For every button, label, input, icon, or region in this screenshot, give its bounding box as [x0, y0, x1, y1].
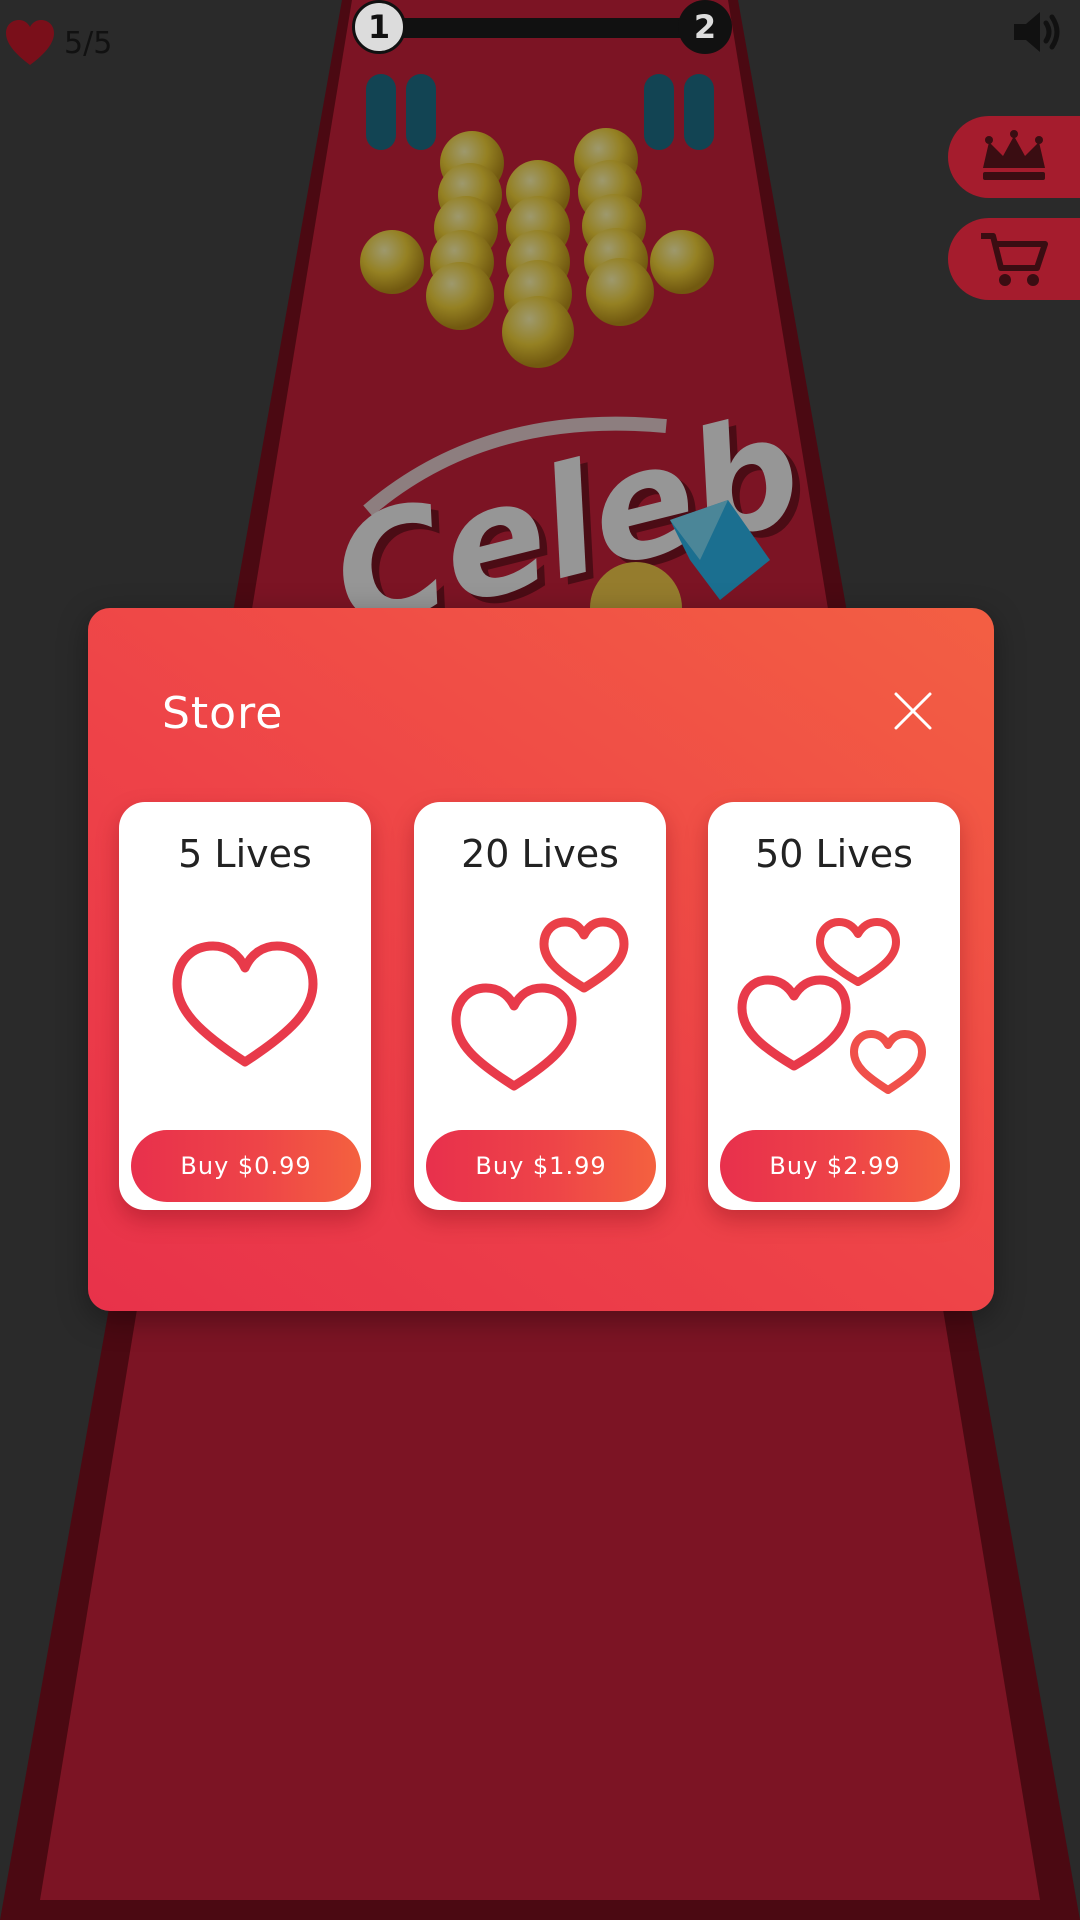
leaderboard-button[interactable] — [948, 116, 1080, 198]
speaker-icon[interactable] — [1010, 8, 1066, 56]
current-level-badge: 1 — [352, 0, 406, 54]
modal-title: Store — [162, 688, 284, 739]
cart-icon — [981, 233, 1048, 286]
crown-icon — [983, 130, 1045, 180]
hearts-icon — [737, 918, 926, 1094]
store-item-title: 20 Lives — [461, 832, 619, 876]
store-item-20-lives: 20 Lives Buy $1.99 — [414, 802, 666, 1210]
heart-icon — [172, 941, 318, 1067]
buy-50-lives-button[interactable]: Buy $2.99 — [720, 1130, 950, 1202]
next-level-badge: 2 — [678, 0, 732, 54]
buy-5-lives-button[interactable]: Buy $0.99 — [131, 1130, 361, 1202]
store-modal: Store 5 Lives Buy $0.99 20 Lives Buy $1.… — [88, 608, 994, 1311]
close-icon[interactable] — [892, 690, 934, 732]
buy-20-lives-button[interactable]: Buy $1.99 — [426, 1130, 656, 1202]
lives-counter: 5/5 — [4, 18, 112, 68]
lives-count: 5/5 — [64, 25, 113, 61]
hearts-icon — [451, 917, 629, 1091]
store-item-title: 5 Lives — [178, 832, 312, 876]
store-item-title: 50 Lives — [755, 832, 913, 876]
level-progress-bar — [378, 18, 706, 38]
store-item-5-lives: 5 Lives Buy $0.99 — [119, 802, 371, 1210]
level-progress: 1 2 — [352, 0, 732, 56]
heart-icon — [6, 20, 54, 65]
store-item-50-lives: 50 Lives Buy $2.99 — [708, 802, 960, 1210]
store-button[interactable] — [948, 218, 1080, 300]
